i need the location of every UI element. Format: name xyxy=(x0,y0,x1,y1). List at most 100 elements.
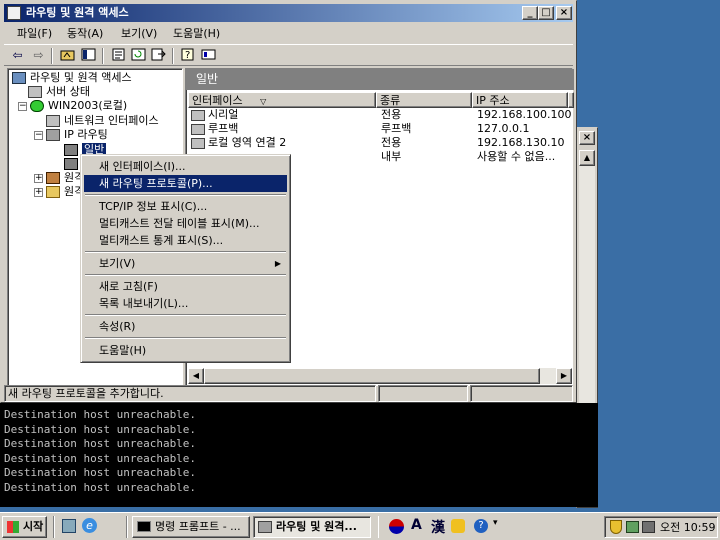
network-tray-icon[interactable] xyxy=(626,521,639,533)
general-icon xyxy=(64,144,78,156)
windows-logo-icon xyxy=(7,521,19,533)
table-cell-type: 전용 xyxy=(381,136,402,149)
up-folder-icon[interactable] xyxy=(59,48,76,64)
taskbar-button-command-prompt[interactable]: 명령 프롬프트 - ... xyxy=(132,516,250,538)
taskbar-button-routing[interactable]: 라우팅 및 원격... xyxy=(253,516,371,538)
tree-partial-1[interactable]: + 원격 xyxy=(34,171,84,185)
console-line: Destination host unreachable. xyxy=(4,422,197,436)
toolbar: ⇦ ⇨ ? xyxy=(4,44,573,66)
pane-header: 일반 xyxy=(186,69,574,90)
table-row[interactable]: 시리얼 xyxy=(191,108,238,122)
quicklaunch-separator xyxy=(53,516,55,538)
menu-item-show-tcpip-info[interactable]: TCP/IP 정보 표시(C)... xyxy=(84,198,287,215)
horizontal-scroll-thumb[interactable] xyxy=(204,368,540,384)
network-interface-icon xyxy=(46,115,60,127)
menu-view[interactable]: 보기(V) xyxy=(114,25,164,42)
ime-hanja-toggle[interactable]: 漢 xyxy=(431,517,445,537)
console-line: Destination host unreachable. xyxy=(4,408,197,421)
menu-separator xyxy=(85,314,286,316)
column-header-extra[interactable] xyxy=(568,92,574,108)
menu-item-properties[interactable]: 속성(R) xyxy=(84,318,287,335)
tree-network-interfaces[interactable]: 네트워크 인터페이스 xyxy=(46,114,159,128)
export-list-icon[interactable] xyxy=(150,48,167,64)
menu-action[interactable]: 동작(A) xyxy=(60,25,110,42)
forward-arrow-icon[interactable]: ⇨ xyxy=(30,48,47,64)
status-text: 새 라우팅 프로토콜을 추가합니다. xyxy=(4,385,376,402)
menu-item-refresh[interactable]: 새로 고침(F) xyxy=(84,278,287,295)
window-title: 라우팅 및 원격 액세스 xyxy=(26,6,129,19)
expand-icon[interactable]: + xyxy=(34,187,43,197)
clock[interactable]: 오전 10:59 xyxy=(660,520,715,536)
table-cell-ip: 127.0.0.1 xyxy=(477,122,530,135)
minimize-button[interactable]: _ xyxy=(522,6,538,20)
title-bar[interactable]: 라우팅 및 원격 액세스 xyxy=(4,4,573,22)
tree-ip-routing[interactable]: − IP 라우팅 xyxy=(34,128,108,142)
server-status-icon xyxy=(28,86,42,98)
routing-icon xyxy=(46,129,60,141)
menu-separator xyxy=(85,194,286,196)
menu-separator xyxy=(85,337,286,339)
console-tree-icon[interactable] xyxy=(200,48,217,64)
show-desktop-icon[interactable] xyxy=(62,519,76,533)
collapse-icon[interactable]: − xyxy=(18,101,27,111)
table-row[interactable]: 로컬 영역 연결 2 xyxy=(191,136,286,150)
column-header-type[interactable]: 종류 xyxy=(376,92,472,108)
toolbar-separator xyxy=(172,48,174,64)
console-line: Destination host unreachable. xyxy=(4,466,197,479)
help-icon[interactable]: ? xyxy=(179,48,196,64)
scroll-left-button[interactable]: ◀ xyxy=(188,368,204,384)
korean-ime-icon[interactable] xyxy=(389,519,404,534)
menu-file[interactable]: 파일(F) xyxy=(10,25,59,42)
refresh-icon[interactable] xyxy=(130,48,147,64)
tree-server-status[interactable]: 서버 상태 xyxy=(28,85,90,99)
command-prompt-icon xyxy=(137,521,151,532)
taskbar: 시작 e 명령 프롬프트 - ... 라우팅 및 원격... A 漢 ? ▾ 오… xyxy=(0,512,720,540)
table-cell-type: 전용 xyxy=(381,108,402,121)
column-header-interface[interactable]: 인터페이스 ▽ xyxy=(188,92,376,108)
console-close-button[interactable]: × xyxy=(579,131,595,145)
svg-text:?: ? xyxy=(185,50,190,61)
menu-item-new-interface[interactable]: 새 인터페이스(I)... xyxy=(84,158,287,175)
table-row[interactable]: 루프백 xyxy=(191,122,238,136)
folder-icon xyxy=(46,186,60,198)
console-output: Destination host unreachable. Destinatio… xyxy=(0,403,598,507)
protocol-icon xyxy=(64,158,78,170)
menu-item-show-multicast-table[interactable]: 멀티캐스트 전달 테이블 표시(M)... xyxy=(84,215,287,232)
tree-root[interactable]: 라우팅 및 원격 액세스 xyxy=(12,71,132,85)
app-icon xyxy=(7,6,21,20)
server-icon xyxy=(30,100,44,112)
help-circle-icon[interactable]: ? xyxy=(474,519,488,533)
system-tray: 오전 10:59 xyxy=(604,516,718,538)
ime-alpha-toggle[interactable]: A xyxy=(411,517,422,533)
close-button[interactable]: × xyxy=(556,6,572,20)
console-tray-icon[interactable] xyxy=(642,521,655,533)
tree-partial-2[interactable]: + 원격 xyxy=(34,185,84,199)
console-line: Destination host unreachable. xyxy=(4,480,197,494)
expand-icon[interactable]: + xyxy=(34,173,43,183)
collapse-icon[interactable]: − xyxy=(34,130,43,140)
menu-item-export-list[interactable]: 목록 내보내기(L)... xyxy=(84,295,287,312)
back-arrow-icon[interactable]: ⇦ xyxy=(9,48,26,64)
tree-server[interactable]: − WIN2003(로컬) xyxy=(18,99,127,113)
security-shield-icon[interactable] xyxy=(610,520,622,534)
scroll-right-button[interactable]: ▶ xyxy=(556,368,572,384)
column-header-ip[interactable]: IP 주소 xyxy=(472,92,568,108)
menu-help[interactable]: 도움말(H) xyxy=(166,25,227,42)
internet-explorer-icon[interactable]: e xyxy=(82,518,97,533)
language-bar: A 漢 ? ▾ xyxy=(378,516,498,538)
language-bar-options-icon[interactable]: ▾ xyxy=(493,518,498,528)
menu-item-help[interactable]: 도움말(H) xyxy=(84,342,287,359)
status-panel xyxy=(378,385,468,402)
computer-icon xyxy=(12,72,26,84)
maximize-button[interactable]: □ xyxy=(538,6,554,20)
start-button[interactable]: 시작 xyxy=(2,516,47,538)
ime-pad-icon[interactable] xyxy=(451,519,465,533)
menu-item-show-multicast-stats[interactable]: 멀티캐스트 통계 표시(S)... xyxy=(84,232,287,249)
menu-bar: 파일(F) 동작(A) 보기(V) 도움말(H) xyxy=(4,23,573,43)
properties-icon[interactable] xyxy=(110,48,127,64)
table-cell-ip: 192.168.100.100 xyxy=(477,108,572,121)
menu-item-view[interactable]: 보기(V) ▶ xyxy=(84,255,287,272)
console-scroll-up-button[interactable]: ▲ xyxy=(579,150,595,166)
menu-item-new-routing-protocol[interactable]: 새 라우팅 프로토콜(P)... xyxy=(84,175,287,192)
show-hide-tree-icon[interactable] xyxy=(80,48,97,64)
